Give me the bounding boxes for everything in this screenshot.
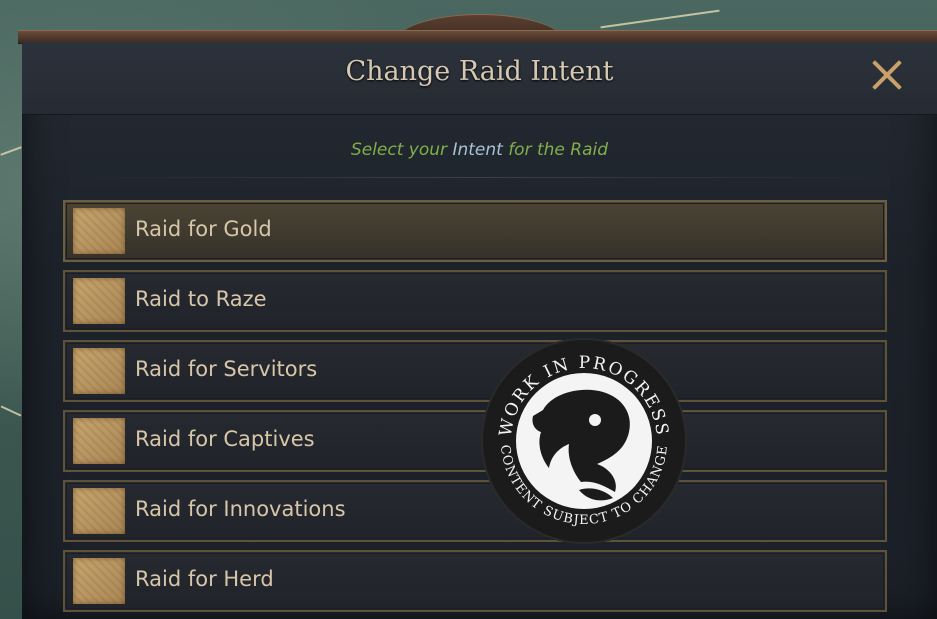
dialog-subtitle: Select your Intent for the Raid (22, 140, 937, 160)
scroll-icon (73, 488, 125, 534)
map-border-line (0, 405, 22, 417)
scroll-icon (73, 278, 125, 324)
scroll-icon (73, 558, 125, 604)
option-label: Raid for Captives (135, 427, 315, 451)
option-raid-for-gold[interactable]: Raid for Gold (63, 200, 887, 262)
dialog-title: Change Raid Intent (345, 56, 614, 87)
scroll-icon (73, 208, 125, 254)
subtitle-text-1: Select your (350, 140, 453, 160)
raid-intent-dialog: Change Raid Intent Select your Intent fo… (22, 42, 937, 619)
divider (62, 177, 897, 178)
option-label: Raid for Herd (135, 567, 274, 591)
option-label: Raid for Innovations (135, 497, 346, 521)
subtitle-intent-link[interactable]: Intent (452, 140, 502, 160)
option-raid-for-captives[interactable]: Raid for Captives (63, 410, 887, 472)
option-label: Raid for Servitors (135, 357, 318, 381)
scroll-icon (73, 348, 125, 394)
stamp-graphic: WORK IN PROGRESS CONTENT SUBJECT TO CHAN… (486, 343, 682, 539)
scroll-icon (73, 418, 125, 464)
option-label: Raid for Gold (135, 217, 272, 241)
option-raid-for-herd[interactable]: Raid for Herd (63, 550, 887, 612)
work-in-progress-stamp: WORK IN PROGRESS CONTENT SUBJECT TO CHAN… (483, 340, 685, 542)
map-border-line (600, 9, 720, 29)
option-raid-to-raze[interactable]: Raid to Raze (63, 270, 887, 332)
option-label: Raid to Raze (135, 287, 267, 311)
subtitle-text-2: for the Raid (502, 140, 609, 160)
dialog-header: Change Raid Intent (22, 42, 937, 115)
close-icon[interactable] (869, 58, 903, 92)
map-border-line (0, 146, 22, 156)
option-raid-for-servitors[interactable]: Raid for Servitors (63, 340, 887, 402)
option-raid-for-innovations[interactable]: Raid for Innovations (63, 480, 887, 542)
